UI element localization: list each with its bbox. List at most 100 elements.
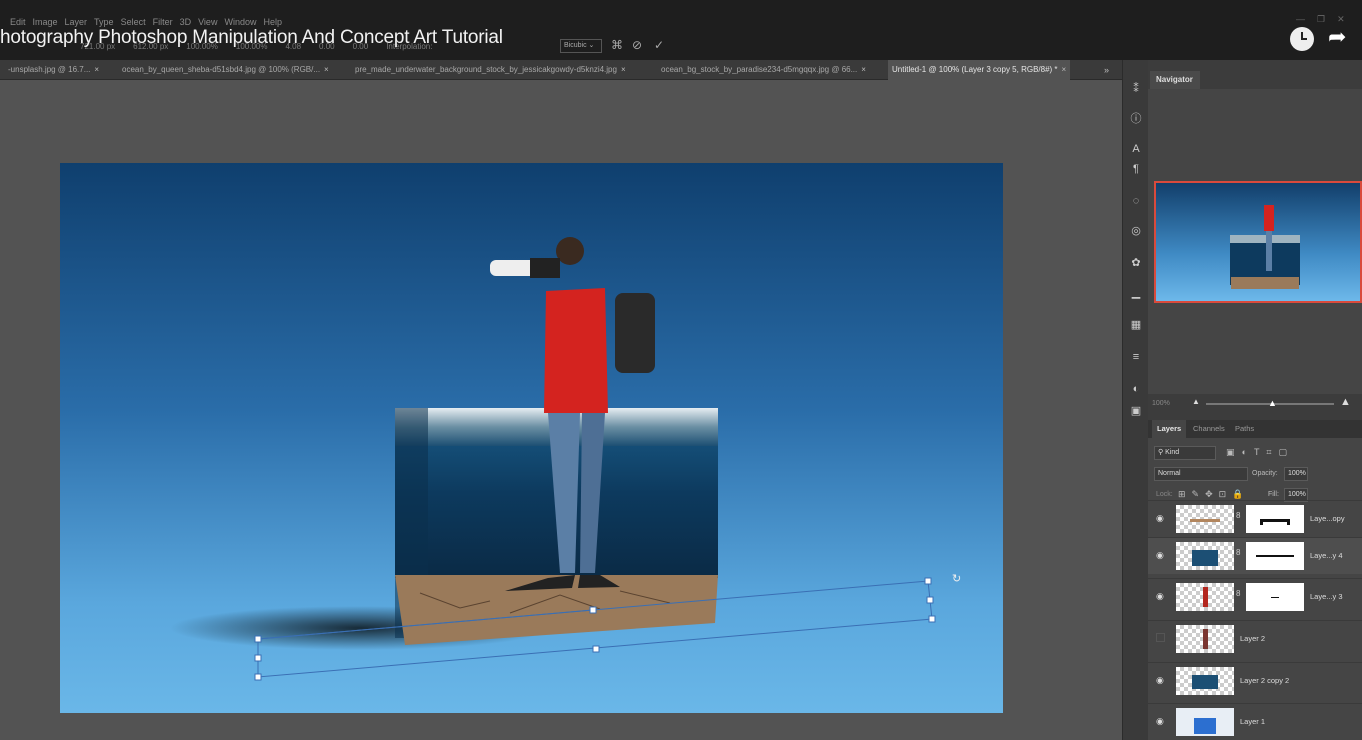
transform-handle-bottom-center[interactable] [592,645,600,653]
minimize-icon[interactable]: — [1296,14,1305,25]
thumb-content [1194,718,1216,734]
tab-close-icon[interactable]: × [621,65,626,74]
layer-name[interactable]: Laye...y 3 [1310,592,1343,601]
transform-handle-top-left[interactable] [254,635,262,643]
info-icon[interactable]: ⓘ [1129,112,1143,126]
composition-artwork [170,237,936,681]
tab-unsplash[interactable]: -unsplash.jpg @ 16.7... × [4,60,103,80]
tab-overflow-icon[interactable]: » [1104,60,1109,80]
visibility-eye-icon[interactable]: ◉ [1156,513,1166,523]
tab-ocean-bg-stock[interactable]: ocean_bg_stock_by_paradise234-d5mgqqx.jp… [657,60,870,80]
clock-icon[interactable] [1290,27,1314,51]
opacity-input[interactable]: 100% [1284,467,1308,481]
opacity-value: 100% [1288,470,1306,477]
tab-layers[interactable]: Layers [1152,420,1187,438]
adjustments-icon[interactable]: ◐ [1129,382,1143,396]
layer-kind-filter[interactable]: ⚲ Kind [1154,446,1216,460]
histogram-icon[interactable]: ▁ [1129,286,1143,300]
rotate-cursor-icon: ↻ [952,573,962,585]
navigator-zoom-row: 100% ▲ ▲ ▲ [1148,394,1362,414]
mask-content [1256,555,1294,557]
grid-table-icon[interactable]: ▦ [1129,318,1143,332]
layer-mask-thumbnail[interactable] [1246,505,1304,533]
visibility-toggle-off[interactable] [1156,633,1165,642]
layer-mask-thumbnail[interactable] [1246,542,1304,570]
layer-row[interactable]: ◉ 8 Laye...opy [1148,500,1362,537]
share-icon[interactable]: ➦ [1328,24,1346,50]
visibility-eye-icon[interactable]: ◉ [1156,550,1166,560]
layer-thumbnail [1176,708,1234,736]
lock-icons[interactable]: ⊞✎✥⊡🔒 [1178,489,1249,500]
layer-row[interactable]: ◉ Layer 1 [1148,703,1362,740]
tab-underwater-background[interactable]: pre_made_underwater_background_stock_by_… [351,60,630,80]
paragraph-icon[interactable]: ¶ [1129,162,1143,176]
tab-close-icon[interactable]: × [324,65,329,74]
thumb-content [1192,550,1218,566]
mask-link-icon[interactable]: 8 [1236,589,1240,598]
warp-icon[interactable]: ⌘ [610,38,624,52]
tab-label: ocean_by_queen_sheba-d51sbd4.jpg @ 100% … [122,65,321,74]
styles-icon[interactable]: ▣ [1129,404,1143,418]
document-canvas[interactable] [60,163,1003,713]
layer-row[interactable]: ◉ 8 Laye...y 3 [1148,578,1362,615]
tab-close-icon[interactable]: × [861,65,866,74]
layer-row[interactable]: Layer 2 [1148,620,1362,657]
blend-mode-select[interactable]: Normal [1154,467,1248,481]
search-icon: ⚲ [1158,449,1164,456]
navigator-zoom-value[interactable]: 100% [1152,400,1170,407]
transform-handle-right-middle[interactable] [926,596,934,604]
visibility-eye-icon[interactable]: ◉ [1156,675,1166,685]
transform-handle-left-middle[interactable] [254,654,262,662]
tab-close-icon[interactable]: × [1062,65,1067,74]
navigator-preview[interactable] [1154,181,1362,303]
character-icon[interactable]: A [1129,142,1143,156]
tab-label: Untitled-1 @ 100% (Layer 3 copy 5, RGB/8… [892,65,1058,74]
layer-name[interactable]: Layer 2 copy 2 [1240,676,1289,685]
lightbulb-icon[interactable]: ◌ [1129,194,1143,208]
layer-mask-thumbnail[interactable] [1246,583,1304,611]
tab-label: ocean_bg_stock_by_paradise234-d5mgqqx.jp… [661,65,858,74]
interpolation-value: Bicubic [564,42,587,49]
tab-channels[interactable]: Channels [1188,420,1230,438]
color-swatches-icon[interactable]: ✿ [1129,256,1143,270]
properties-icon[interactable]: ≡ [1129,350,1143,364]
visibility-eye-icon[interactable]: ◉ [1156,716,1166,726]
layers-tabs: Layers Channels Paths [1148,420,1362,438]
transform-handle-top-center[interactable] [589,606,597,614]
mask-link-icon[interactable]: 8 [1236,511,1240,520]
tab-label: pre_made_underwater_background_stock_by_… [355,65,617,74]
document-tab-bar: -unsplash.jpg @ 16.7... × ocean_by_queen_… [0,60,1122,80]
restore-icon[interactable]: ❐ [1317,14,1325,25]
libraries-icon[interactable]: ◎ [1129,224,1143,238]
mask-content [1260,519,1290,525]
zoom-in-icon[interactable]: ▲ [1340,396,1351,408]
transform-handle-bottom-left[interactable] [254,673,262,681]
layer-name[interactable]: Layer 2 [1240,634,1265,643]
history-icon[interactable]: ⁑ [1129,82,1143,96]
layer-row[interactable]: ◉ Layer 2 copy 2 [1148,662,1362,699]
mask-link-icon[interactable]: 8 [1236,548,1240,557]
tab-paths[interactable]: Paths [1230,420,1259,438]
tab-navigator[interactable]: Navigator [1150,71,1200,89]
layer-name[interactable]: Laye...opy [1310,514,1345,523]
tab-untitled-1[interactable]: Untitled-1 @ 100% (Layer 3 copy 5, RGB/8… [888,60,1071,80]
layer-name[interactable]: Layer 1 [1240,717,1265,726]
cancel-transform-icon[interactable]: ⊘ [630,38,644,52]
layer-thumbnail [1176,542,1234,570]
thumb-content [1190,519,1220,522]
commit-transform-icon[interactable]: ✓ [652,38,666,52]
transform-handle-bottom-right[interactable] [928,615,936,623]
layer-name[interactable]: Laye...y 4 [1310,551,1343,560]
layer-filter-icons[interactable]: ▣◐T⌗▢ [1226,447,1294,458]
tab-label: -unsplash.jpg @ 16.7... [8,65,91,74]
layer-row[interactable]: ◉ 8 Laye...y 4 [1148,537,1362,574]
fill-value: 100% [1288,491,1306,498]
interpolation-select[interactable]: Bicubic ⌄ [560,39,602,53]
thumb-content [1192,675,1218,689]
tab-ocean-queen-sheba[interactable]: ocean_by_queen_sheba-d51sbd4.jpg @ 100% … [118,60,333,80]
tab-close-icon[interactable]: × [94,65,99,74]
transform-handle-top-right[interactable] [924,577,932,585]
zoom-slider-thumb[interactable]: ▲ [1268,398,1277,408]
visibility-eye-icon[interactable]: ◉ [1156,591,1166,601]
zoom-out-icon[interactable]: ▲ [1192,397,1200,406]
